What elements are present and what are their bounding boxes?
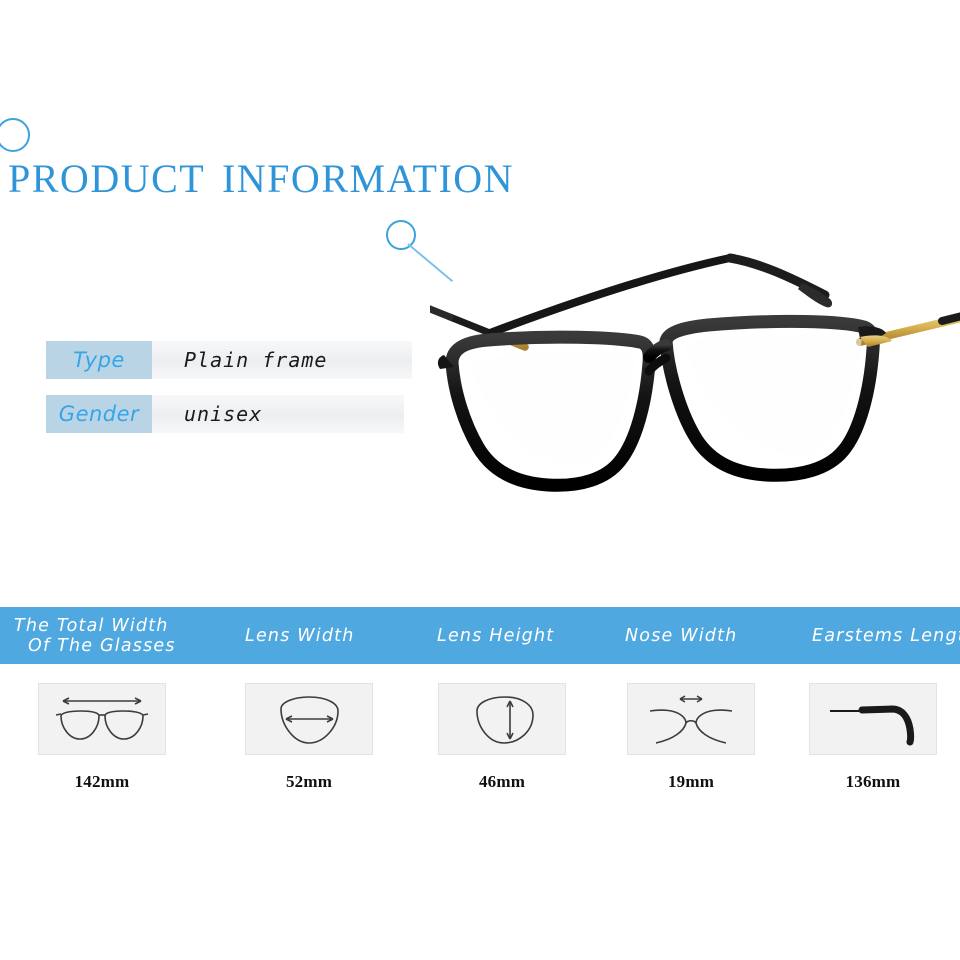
spec-row-type: Type Plain frame (46, 341, 412, 379)
measurement-header-bar: The Total Width Of The Glasses Lens Widt… (0, 607, 960, 664)
measure-box-earstems-length (809, 683, 937, 755)
measure-header-earstems-length: Earstems Length (812, 607, 960, 664)
spec-label-type: Type (46, 341, 152, 379)
measure-header-line2: Of The Glasses (28, 635, 176, 656)
measure-box-lens-width (245, 683, 373, 755)
measure-header-lens-height: Lens Height (437, 607, 554, 664)
measure-header-line1: Earstems Length (812, 625, 960, 646)
measure-header-line1: Lens Width (245, 625, 355, 646)
page-title: PRODUCT INFORMATION (8, 156, 515, 201)
measure-header-line1: Lens Height (437, 625, 555, 646)
measure-box-nose-width (627, 683, 755, 755)
lens-width-icon (280, 696, 339, 744)
spec-row-gender: Gender unisex (46, 395, 404, 433)
measure-header-nose-width: Nose Width (625, 607, 737, 664)
measure-value-lens-height: 46mm (478, 772, 526, 791)
earstem-length-icon (830, 705, 915, 746)
measure-header-total-width: The Total Width Of The Glasses (14, 607, 176, 664)
spec-label-gender: Gender (46, 395, 152, 433)
nose-bridge-width-icon (649, 695, 733, 744)
measure-box-lens-height (438, 683, 566, 755)
spec-value-type: Plain frame (152, 341, 412, 379)
measure-value-earstems-length: 136mm (845, 772, 901, 791)
measure-col-earstems-length: 136mm (808, 683, 938, 792)
measure-header-line1: Nose Width (625, 625, 738, 646)
measure-col-lens-height: 46mm (437, 683, 567, 792)
measure-header-lens-width: Lens Width (245, 607, 355, 664)
product-photo (416, 245, 960, 535)
measure-value-lens-width: 52mm (285, 772, 333, 791)
measure-header-line1: The Total Width (14, 615, 169, 636)
measure-value-nose-width: 19mm (667, 772, 715, 791)
measure-col-nose-width: 19mm (626, 683, 756, 792)
measure-col-total-width: 142mm (37, 683, 167, 792)
circle-outline-icon (0, 118, 30, 152)
full-glasses-width-icon (55, 697, 149, 740)
spec-value-gender: unisex (152, 395, 404, 433)
measure-value-total-width: 142mm (74, 772, 130, 791)
measure-col-lens-width: 52mm (244, 683, 374, 792)
measure-box-total-width (38, 683, 166, 755)
lens-height-icon (476, 696, 534, 744)
